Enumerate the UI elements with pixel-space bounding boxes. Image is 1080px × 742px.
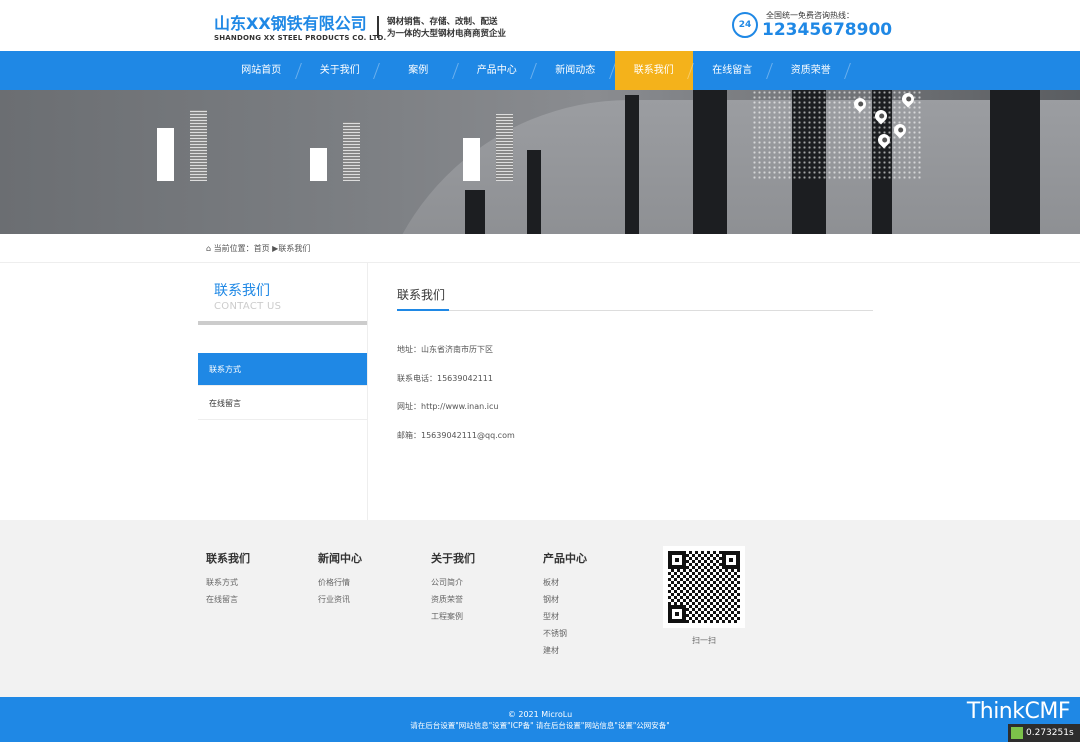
breadcrumb-divider — [0, 262, 1080, 263]
nav-item-about[interactable]: 关于我们 — [301, 51, 380, 90]
footer-column-contact: 联系我们 联系方式 在线留言 — [206, 550, 250, 608]
footer-link[interactable]: 不锈钢 — [543, 625, 587, 642]
footer-link[interactable]: 行业资讯 — [318, 591, 362, 608]
footer-link[interactable]: 资质荣誉 — [431, 591, 475, 608]
banner-window — [693, 90, 727, 234]
sidebar-rule — [198, 321, 367, 325]
content-title-rule — [397, 310, 873, 311]
qr-code — [663, 546, 745, 628]
qr-label: 扫一扫 — [692, 636, 716, 645]
debug-icon — [1011, 727, 1023, 739]
banner-bar-dotted — [190, 110, 207, 181]
banner-window — [625, 95, 639, 234]
banner-window — [990, 90, 1040, 234]
contact-address: 地址：山东省济南市历下区 — [397, 345, 493, 354]
footer-link[interactable]: 工程案例 — [431, 608, 475, 625]
sidebar-item-message[interactable]: 在线留言 — [198, 387, 367, 420]
footer-link[interactable]: 型材 — [543, 608, 587, 625]
banner-bar-dotted — [496, 114, 513, 181]
thinkcmf-watermark: ThinkCMF — [966, 699, 1071, 724]
slogan-line-1: 钢材销售、存储、改制、配送 — [387, 17, 498, 27]
footer-link[interactable]: 公司简介 — [431, 574, 475, 591]
banner-bar — [463, 138, 480, 181]
nav-list: 网站首页 关于我们 案例 产品中心 新闻动态 联系我们 在线留言 资质荣誉 — [222, 51, 850, 90]
contact-phone: 联系电话：15639042111 — [397, 374, 493, 383]
nav-item-news[interactable]: 新闻动态 — [536, 51, 615, 90]
content-title-accent — [397, 309, 449, 311]
copyright-bar: © 2021 MicroLu 请在后台设置"网站信息"设置"ICP备" 请在后台… — [0, 697, 1080, 742]
nav-item-contact[interactable]: 联系我们 — [614, 51, 693, 90]
banner-bar-dotted — [343, 122, 360, 181]
breadcrumb: ⌂ 当前位置：首页 ▶联系我们 — [206, 243, 310, 254]
content-divider — [367, 263, 368, 520]
banner-window — [465, 190, 485, 234]
sidebar-subtitle: CONTACT US — [214, 301, 282, 312]
footer-column-title: 联系我们 — [206, 552, 250, 565]
main-nav: 网站首页 关于我们 案例 产品中心 新闻动态 联系我们 在线留言 资质荣誉 — [0, 51, 1080, 90]
footer-column-news: 新闻中心 价格行情 行业资讯 — [318, 550, 362, 608]
contact-website: 网址：http://www.inan.icu — [397, 402, 499, 411]
qr-code-pattern — [668, 551, 740, 623]
footer-column-about: 关于我们 公司简介 资质荣誉 工程案例 — [431, 550, 475, 625]
footer-column-title: 新闻中心 — [318, 552, 362, 565]
contact-email: 邮箱：15639042111@qq.com — [397, 431, 515, 440]
sidebar-title: 联系我们 — [214, 283, 270, 299]
breadcrumb-label: 当前位置： — [213, 244, 254, 253]
debug-timer[interactable]: 0.273251s — [1008, 724, 1080, 742]
footer-column-title: 关于我们 — [431, 552, 475, 565]
content-title: 联系我们 — [397, 288, 446, 302]
banner-window — [527, 150, 541, 234]
site-logo[interactable]: 山东XX钢铁有限公司 SHANDONG XX STEEL PRODUCTS CO… — [214, 14, 386, 43]
footer-column-title: 产品中心 — [543, 552, 587, 565]
banner-bar — [310, 148, 327, 181]
beian-text: 请在后台设置"网站信息"设置"ICP备" 请在后台设置"网站信息"设置"公网安备… — [410, 721, 670, 730]
footer-link[interactable]: 联系方式 — [206, 574, 250, 591]
breadcrumb-path[interactable]: 首页 ▶联系我们 — [254, 244, 311, 253]
footer-link[interactable]: 价格行情 — [318, 574, 362, 591]
phone-24h-icon: 24 — [732, 12, 758, 38]
nav-item-cases[interactable]: 案例 — [379, 51, 458, 90]
qr-finder — [668, 551, 686, 569]
slogan: 钢材销售、存储、改制、配送 为一体的大型钢材电商商贸企业 — [387, 16, 506, 40]
hero-banner — [0, 90, 1080, 234]
nav-item-products[interactable]: 产品中心 — [458, 51, 537, 90]
footer-column-products: 产品中心 板材 钢材 型材 不锈钢 建材 — [543, 550, 587, 659]
logo-company-name-en: SHANDONG XX STEEL PRODUCTS CO. LTD. — [214, 34, 387, 42]
footer-link[interactable]: 建材 — [543, 642, 587, 659]
site-header: 山东XX钢铁有限公司 SHANDONG XX STEEL PRODUCTS CO… — [0, 0, 1080, 50]
qr-finder — [722, 551, 740, 569]
qr-finder — [668, 605, 686, 623]
home-icon[interactable]: ⌂ — [206, 244, 211, 253]
footer-link[interactable]: 钢材 — [543, 591, 587, 608]
nav-item-honors[interactable]: 资质荣誉 — [772, 51, 851, 90]
logo-divider — [377, 16, 379, 38]
slogan-line-2: 为一体的大型钢材电商商贸企业 — [387, 29, 507, 39]
nav-item-message[interactable]: 在线留言 — [693, 51, 772, 90]
footer-link[interactable]: 板材 — [543, 574, 587, 591]
sidebar: 联系我们 CONTACT US 联系方式 在线留言 — [198, 263, 367, 520]
hotline-number: 12345678900 — [762, 20, 893, 40]
copyright-text: © 2021 MicroLu — [507, 710, 573, 719]
debug-timer-value: 0.273251s — [1026, 728, 1074, 738]
footer-link[interactable]: 在线留言 — [206, 591, 250, 608]
site-footer: 联系我们 联系方式 在线留言 新闻中心 价格行情 行业资讯 关于我们 公司简介 … — [0, 520, 1080, 697]
sidebar-item-contact-info[interactable]: 联系方式 — [198, 353, 367, 386]
banner-bar — [157, 128, 174, 181]
logo-company-name: 山东XX钢铁有限公司 — [214, 14, 367, 33]
nav-item-home[interactable]: 网站首页 — [222, 51, 301, 90]
